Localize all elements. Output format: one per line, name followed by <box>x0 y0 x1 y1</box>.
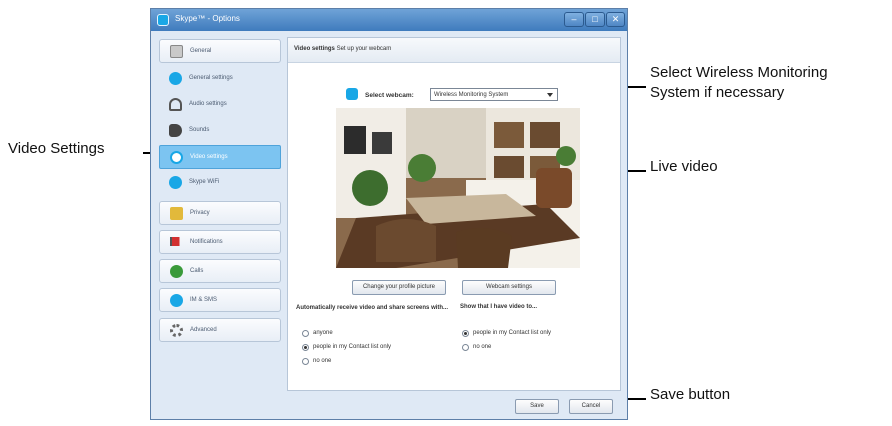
minimize-button[interactable]: – <box>564 12 584 27</box>
show-radio-no-one[interactable] <box>462 344 469 351</box>
sidebar-item-label: Notifications <box>190 239 223 245</box>
receive-radio-contacts[interactable] <box>302 344 309 351</box>
headset-icon <box>169 98 182 111</box>
webcam-settings-button[interactable]: Webcam settings <box>462 280 556 295</box>
maximize-button[interactable]: □ <box>585 12 605 27</box>
chat-icon <box>170 294 183 307</box>
receive-option-label: no one <box>313 358 332 364</box>
maximize-icon: □ <box>592 14 598 24</box>
show-video-heading: Show that I have video to... <box>460 304 538 310</box>
live-video-image <box>336 108 580 268</box>
sidebar-item-general[interactable]: General <box>159 39 281 63</box>
panel-title: Video settings Set up your webcam <box>294 46 391 52</box>
wifi-icon <box>169 176 182 189</box>
annotation-video-settings: Video Settings <box>8 140 105 157</box>
panel-header: Video settings Set up your webcam <box>288 38 620 63</box>
sidebar-item-privacy[interactable]: Privacy <box>159 201 281 225</box>
annotation-save-button: Save button <box>650 386 731 403</box>
options-window: Skype™ - Options – □ ✕ General General s… <box>150 8 628 420</box>
sidebar-item-label: Video settings <box>190 154 228 160</box>
webcam-select[interactable]: Wireless Monitoring System <box>430 88 558 101</box>
webcam-select-value: Wireless Monitoring System <box>434 92 509 98</box>
chevron-down-icon <box>547 93 553 97</box>
options-sidebar: General General settings Audio settings … <box>159 37 283 413</box>
sidebar-item-calls[interactable]: Calls <box>159 259 281 283</box>
sidebar-item-label: General <box>190 48 212 54</box>
skype-logo-icon <box>157 14 169 26</box>
sidebar-item-notifications[interactable]: Notifications <box>159 230 281 254</box>
gear-icon <box>170 324 183 337</box>
phone-icon <box>170 265 183 278</box>
panel-title-bold: Video settings <box>294 46 335 52</box>
panel-title-rest: Set up your webcam <box>334 46 392 52</box>
close-icon: ✕ <box>611 14 620 24</box>
annotation-select-webcam-line1: Select Wireless Monitoring <box>650 64 828 81</box>
sidebar-item-label: Advanced <box>190 327 217 333</box>
close-button[interactable]: ✕ <box>606 12 625 27</box>
show-radio-contacts[interactable] <box>462 330 469 337</box>
show-option-label: people in my Contact list only <box>473 330 552 336</box>
receive-video-heading: Automatically receive video and share sc… <box>296 305 449 311</box>
general-icon <box>170 45 183 58</box>
receive-radio-anyone[interactable] <box>302 330 309 337</box>
sidebar-item-label: IM & SMS <box>190 297 218 303</box>
sidebar-item-audio-settings[interactable]: Audio settings <box>159 93 281 117</box>
sidebar-item-label: Skype WiFi <box>189 179 220 185</box>
annotation-select-webcam-line2: System if necessary <box>650 84 785 101</box>
sidebar-item-video-settings[interactable]: Video settings <box>159 145 281 169</box>
sidebar-item-skype-wifi[interactable]: Skype WiFi <box>159 171 281 195</box>
sidebar-item-label: Audio settings <box>189 101 227 107</box>
change-profile-picture-button[interactable]: Change your profile picture <box>352 280 446 295</box>
select-webcam-label: Select webcam: <box>365 92 414 99</box>
window-title: Skype™ - Options <box>175 14 240 23</box>
sidebar-item-label: Sounds <box>189 127 210 133</box>
show-option-label: no one <box>473 344 492 350</box>
sidebar-item-label: Calls <box>190 268 204 274</box>
webcam-icon <box>346 88 358 100</box>
sidebar-item-general-settings[interactable]: General settings <box>159 67 281 91</box>
sidebar-item-label: General settings <box>189 75 233 81</box>
sidebar-item-advanced[interactable]: Advanced <box>159 318 281 342</box>
receive-radio-no-one[interactable] <box>302 358 309 365</box>
sidebar-item-label: Privacy <box>190 210 210 216</box>
flag-icon <box>170 237 183 246</box>
save-button[interactable]: Save <box>515 399 559 414</box>
receive-option-label: anyone <box>313 330 333 336</box>
webcam-icon <box>170 151 183 164</box>
sidebar-item-im-sms[interactable]: IM & SMS <box>159 288 281 312</box>
sidebar-item-sounds[interactable]: Sounds <box>159 119 281 143</box>
video-settings-panel: Video settings Set up your webcam Select… <box>287 37 621 391</box>
title-bar[interactable]: Skype™ - Options – □ ✕ <box>151 9 627 31</box>
cancel-button[interactable]: Cancel <box>569 399 613 414</box>
live-video-feed <box>336 108 580 268</box>
minimize-icon: – <box>571 14 577 24</box>
lock-icon <box>170 207 183 220</box>
sounds-icon <box>169 124 182 137</box>
receive-option-label: people in my Contact list only <box>313 344 392 350</box>
skype-icon <box>169 72 182 85</box>
annotation-live-video: Live video <box>650 158 718 175</box>
